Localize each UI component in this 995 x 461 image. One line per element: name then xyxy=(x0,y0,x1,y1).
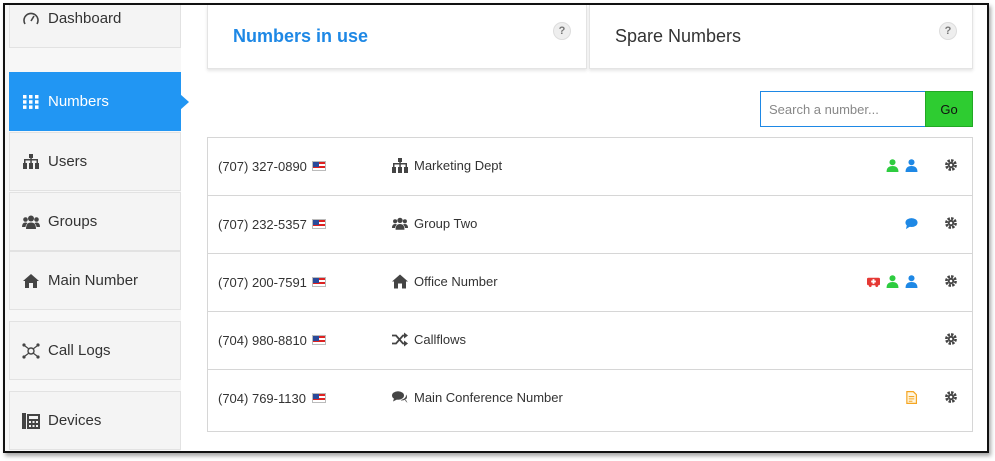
callflow-name[interactable]: Callflows xyxy=(392,332,466,347)
tab-spare-numbers[interactable]: Spare Numbers ? xyxy=(589,5,973,69)
gear-icon[interactable] xyxy=(944,274,958,288)
us-flag-icon xyxy=(312,219,326,229)
callflow-name-label: Group Two xyxy=(414,216,478,231)
users-org-icon xyxy=(392,158,408,173)
sidebar-item-numbers[interactable]: Numbers xyxy=(9,72,189,131)
shuffle-icon xyxy=(392,332,408,347)
document-orange-icon[interactable] xyxy=(905,391,918,404)
gear-icon[interactable] xyxy=(944,158,958,172)
sidebar-item-label: Devices xyxy=(48,412,102,429)
sidebar-item-label: Dashboard xyxy=(48,10,122,27)
number-row[interactable]: (707) 327-0890 Marketing Dept xyxy=(208,138,972,196)
user-green-icon[interactable] xyxy=(886,159,899,172)
number-row[interactable]: (704) 769-1130 Main Conference Number xyxy=(208,370,972,428)
gear-icon[interactable] xyxy=(944,390,958,404)
sidebar-item-dashboard[interactable]: Dashboard xyxy=(9,5,181,48)
help-icon[interactable]: ? xyxy=(553,22,571,40)
gear-icon[interactable] xyxy=(944,332,958,346)
dashboard-icon xyxy=(20,12,42,26)
sidebar-item-devices[interactable]: Devices xyxy=(9,391,181,450)
number-row[interactable]: (707) 200-7591 Office Number xyxy=(208,254,972,312)
sidebar-item-label: Numbers xyxy=(48,93,109,110)
phone-number: (707) 327-0890 xyxy=(218,159,307,174)
devices-icon xyxy=(20,412,42,429)
call-logs-icon xyxy=(20,342,42,359)
tab-label: Spare Numbers xyxy=(615,26,742,46)
feature-badges xyxy=(886,159,918,172)
feature-badges xyxy=(867,275,918,288)
sidebar-item-users[interactable]: Users xyxy=(9,132,181,191)
feature-badges xyxy=(905,217,918,230)
callflow-name[interactable]: Marketing Dept xyxy=(392,158,502,173)
sidebar-item-main-number[interactable]: Main Number xyxy=(9,251,181,310)
sidebar: Dashboard Numbers Users Groups Main Numb… xyxy=(5,5,189,451)
chat-blue-icon[interactable] xyxy=(905,217,918,230)
callflow-name[interactable]: Main Conference Number xyxy=(392,390,563,405)
search-bar: Go xyxy=(760,91,973,127)
us-flag-icon xyxy=(312,277,326,287)
user-blue-icon[interactable] xyxy=(905,275,918,288)
tab-label: Numbers in use xyxy=(233,26,369,46)
home-icon xyxy=(392,274,408,289)
search-input[interactable] xyxy=(760,91,925,127)
sidebar-item-label: Groups xyxy=(48,213,98,230)
group-icon xyxy=(20,215,42,229)
home-icon xyxy=(20,273,42,288)
sidebar-item-label: Call Logs xyxy=(48,342,111,359)
callflow-name-label: Office Number xyxy=(414,274,498,289)
go-button[interactable]: Go xyxy=(925,91,973,127)
user-blue-icon[interactable] xyxy=(905,159,918,172)
tab-bar: Numbers in use ? Spare Numbers ? xyxy=(207,5,973,69)
number-row[interactable]: (704) 980-8810 Callflows xyxy=(208,312,972,370)
sidebar-item-groups[interactable]: Groups xyxy=(9,192,181,251)
users-org-icon xyxy=(20,154,42,169)
callflow-name-label: Marketing Dept xyxy=(414,158,503,173)
sidebar-item-label: Users xyxy=(48,153,88,170)
phone-number: (704) 980-8810 xyxy=(218,333,307,348)
app-window: Dashboard Numbers Users Groups Main Numb… xyxy=(3,3,989,453)
sidebar-item-call-logs[interactable]: Call Logs xyxy=(9,321,181,380)
callflow-name-label: Callflows xyxy=(414,332,467,347)
user-green-icon[interactable] xyxy=(886,275,899,288)
comments-icon xyxy=(392,391,408,403)
callflow-name-label: Main Conference Number xyxy=(414,390,563,405)
group-icon xyxy=(392,217,408,230)
callflow-name[interactable]: Group Two xyxy=(392,216,477,231)
callflow-name[interactable]: Office Number xyxy=(392,274,498,289)
number-row[interactable]: (707) 232-5357 Group Two xyxy=(208,196,972,254)
us-flag-icon xyxy=(312,393,326,403)
gear-icon[interactable] xyxy=(944,216,958,230)
phone-number: (707) 232-5357 xyxy=(218,217,307,232)
medical-red-icon[interactable] xyxy=(867,275,880,288)
help-icon[interactable]: ? xyxy=(939,22,957,40)
grid-icon xyxy=(20,94,42,109)
sidebar-item-label: Main Number xyxy=(48,272,139,289)
phone-number: (704) 769-1130 xyxy=(218,391,306,406)
tab-numbers-in-use[interactable]: Numbers in use ? xyxy=(207,5,587,69)
feature-badges xyxy=(905,391,918,404)
phone-number: (707) 200-7591 xyxy=(218,275,307,290)
us-flag-icon xyxy=(312,161,326,171)
numbers-list: (707) 327-0890 Marketing Dept (707) 232-… xyxy=(207,137,973,432)
us-flag-icon xyxy=(312,335,326,345)
